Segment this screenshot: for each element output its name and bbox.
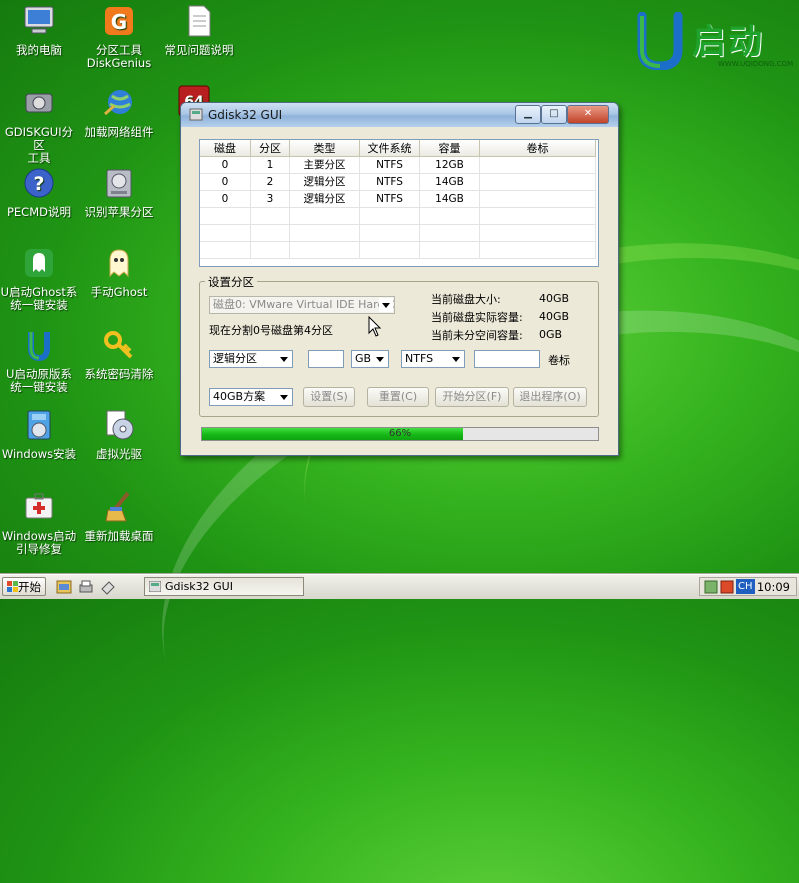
- desktop-icon-pecmd[interactable]: ? PECMD说明: [0, 166, 78, 219]
- desktop-icon-my-computer[interactable]: 我的电脑: [0, 4, 78, 57]
- table-row-empty: [200, 242, 598, 259]
- partition-table[interactable]: 磁盘 分区 类型 文件系统 容量 卷标 0 1 主要分区 NTFS 12GB 0…: [199, 139, 599, 267]
- app-icon: [189, 108, 203, 121]
- system-tray: CH 10:09: [699, 577, 797, 596]
- info-actual-size-label: 当前磁盘实际容量:: [431, 311, 523, 324]
- uqidong-logo: 启动 WWW.UQIDONG.COM: [630, 8, 794, 80]
- repair-icon: [25, 493, 53, 519]
- desktop-icon-gdiskgui[interactable]: GDISKGUI分区 工具: [0, 86, 78, 165]
- table-row[interactable]: 0 2 逻辑分区 NTFS 14GB: [200, 174, 598, 191]
- help-icon: ?: [24, 168, 54, 198]
- computer-icon: [24, 6, 54, 34]
- windows-flag-icon: [7, 581, 18, 592]
- quicklaunch-explorer-icon[interactable]: [56, 579, 72, 595]
- desktop-icon-ghost-install[interactable]: U启动Ghost系 统一键安装: [0, 246, 78, 312]
- group-title: 设置分区: [205, 274, 257, 290]
- desktop-icon-boot-repair[interactable]: Windows启动 引导修复: [0, 490, 78, 556]
- taskbar: 开始 Gdisk32 GUI CH 10:09: [0, 574, 799, 599]
- harddisk-icon: [106, 169, 132, 198]
- logo-url: WWW.UQIDONG.COM: [718, 60, 794, 68]
- volume-label-input[interactable]: [474, 350, 540, 368]
- window-title: Gdisk32 GUI: [208, 108, 283, 122]
- col-disk[interactable]: 磁盘: [200, 140, 251, 157]
- quicklaunch-printer-icon[interactable]: [78, 579, 94, 595]
- taskbar-task-gdisk32[interactable]: Gdisk32 GUI: [144, 577, 304, 596]
- key-icon: [104, 331, 133, 359]
- desktop-icon-reload-desktop[interactable]: 重新加载桌面: [80, 490, 158, 543]
- filesystem-select[interactable]: NTFS: [401, 350, 465, 368]
- start-button[interactable]: 开始: [2, 577, 46, 596]
- cdrom-icon: [106, 410, 134, 440]
- broom-icon: [105, 491, 130, 522]
- document-icon: [188, 5, 211, 37]
- svg-text:G: G: [111, 10, 127, 34]
- desktop-icon-password-clear[interactable]: 系统密码清除: [80, 328, 158, 381]
- table-row[interactable]: 0 1 主要分区 NTFS 12GB: [200, 157, 598, 174]
- desktop-icon-diskgenius[interactable]: G 分区工具 DiskGenius: [80, 4, 158, 70]
- exit-button[interactable]: 退出程序(O): [513, 387, 587, 407]
- desktop-icon-windows-install[interactable]: Windows安装: [0, 408, 78, 461]
- app-icon: [149, 581, 161, 592]
- col-size[interactable]: 容量: [420, 140, 480, 157]
- partition-type-select[interactable]: 逻辑分区: [209, 350, 293, 368]
- svg-text:?: ?: [33, 173, 44, 195]
- start-partition-button[interactable]: 开始分区(F): [435, 387, 509, 407]
- mouse-cursor-icon: [368, 316, 382, 337]
- desktop-icon-manual-ghost[interactable]: 手动Ghost: [80, 246, 158, 299]
- chevron-down-icon: [277, 390, 291, 404]
- desktop-icon-network[interactable]: 加载网络组件: [80, 86, 158, 139]
- disk-select: 磁盘0: VMware Virtual IDE Hard Drive: [209, 296, 395, 314]
- install-icon: [28, 332, 50, 362]
- status-text: 现在分割0号磁盘第4分区: [209, 324, 333, 337]
- progress-bar: 66%: [201, 427, 599, 441]
- ime-indicator[interactable]: CH: [736, 579, 755, 594]
- volume-label-text: 卷标: [548, 354, 570, 367]
- window-titlebar[interactable]: Gdisk32 GUI ▁ □ ✕: [181, 103, 618, 127]
- set-button[interactable]: 设置(S): [303, 387, 355, 407]
- ghost-icon: [25, 249, 53, 277]
- minimize-button[interactable]: ▁: [515, 105, 541, 124]
- diskgenius-icon: G: [105, 7, 133, 35]
- tray-settings-icon[interactable]: [720, 580, 734, 594]
- table-row[interactable]: 0 3 逻辑分区 NTFS 14GB: [200, 191, 598, 208]
- table-row-empty: [200, 208, 598, 225]
- table-header: 磁盘 分区 类型 文件系统 容量 卷标: [200, 140, 598, 157]
- desktop-icon-original-install[interactable]: U启动原版系 统一键安装: [0, 328, 78, 394]
- info-free-space-label: 当前未分空间容量:: [431, 329, 523, 342]
- chevron-down-icon: [379, 298, 393, 312]
- ghost-icon: [109, 249, 129, 278]
- info-disk-size-label: 当前磁盘大小:: [431, 293, 501, 306]
- close-button[interactable]: ✕: [567, 105, 609, 124]
- progress-text: 66%: [388, 428, 412, 439]
- info-actual-size-value: 40GB: [539, 310, 570, 323]
- network-icon: [104, 90, 132, 116]
- table-row-empty: [200, 225, 598, 242]
- tray-network-icon[interactable]: [704, 580, 718, 594]
- logo-u-icon: [637, 12, 683, 70]
- gdisk-icon: [25, 93, 53, 113]
- size-input[interactable]: [308, 350, 344, 368]
- desktop-icon-faq[interactable]: 常见问题说明: [160, 4, 238, 57]
- col-partition[interactable]: 分区: [251, 140, 290, 157]
- unit-select[interactable]: GB: [351, 350, 389, 368]
- logo-text: 启动: [692, 22, 764, 62]
- col-volume-label[interactable]: 卷标: [480, 140, 596, 157]
- chevron-down-icon: [449, 352, 463, 366]
- quicklaunch-eraser-icon[interactable]: [100, 579, 116, 595]
- info-disk-size-value: 40GB: [539, 292, 570, 305]
- reset-button[interactable]: 重置(C): [367, 387, 429, 407]
- desktop-icon-virtual-cd[interactable]: 虚拟光驱: [80, 408, 158, 461]
- maximize-button[interactable]: □: [541, 105, 567, 124]
- clock: 10:09: [756, 580, 790, 594]
- col-filesystem[interactable]: 文件系统: [360, 140, 420, 157]
- chevron-down-icon: [277, 352, 291, 366]
- windows-install-icon: [27, 410, 51, 440]
- col-type[interactable]: 类型: [290, 140, 360, 157]
- scheme-select[interactable]: 40GB方案: [209, 388, 293, 406]
- desktop-icon-apple-partition[interactable]: 识别苹果分区: [80, 166, 158, 219]
- info-free-space-value: 0GB: [539, 328, 563, 341]
- gdisk32-window: Gdisk32 GUI ▁ □ ✕ 磁盘 分区 类型 文件系统 容量 卷标 0 …: [180, 102, 619, 456]
- chevron-down-icon: [373, 352, 387, 366]
